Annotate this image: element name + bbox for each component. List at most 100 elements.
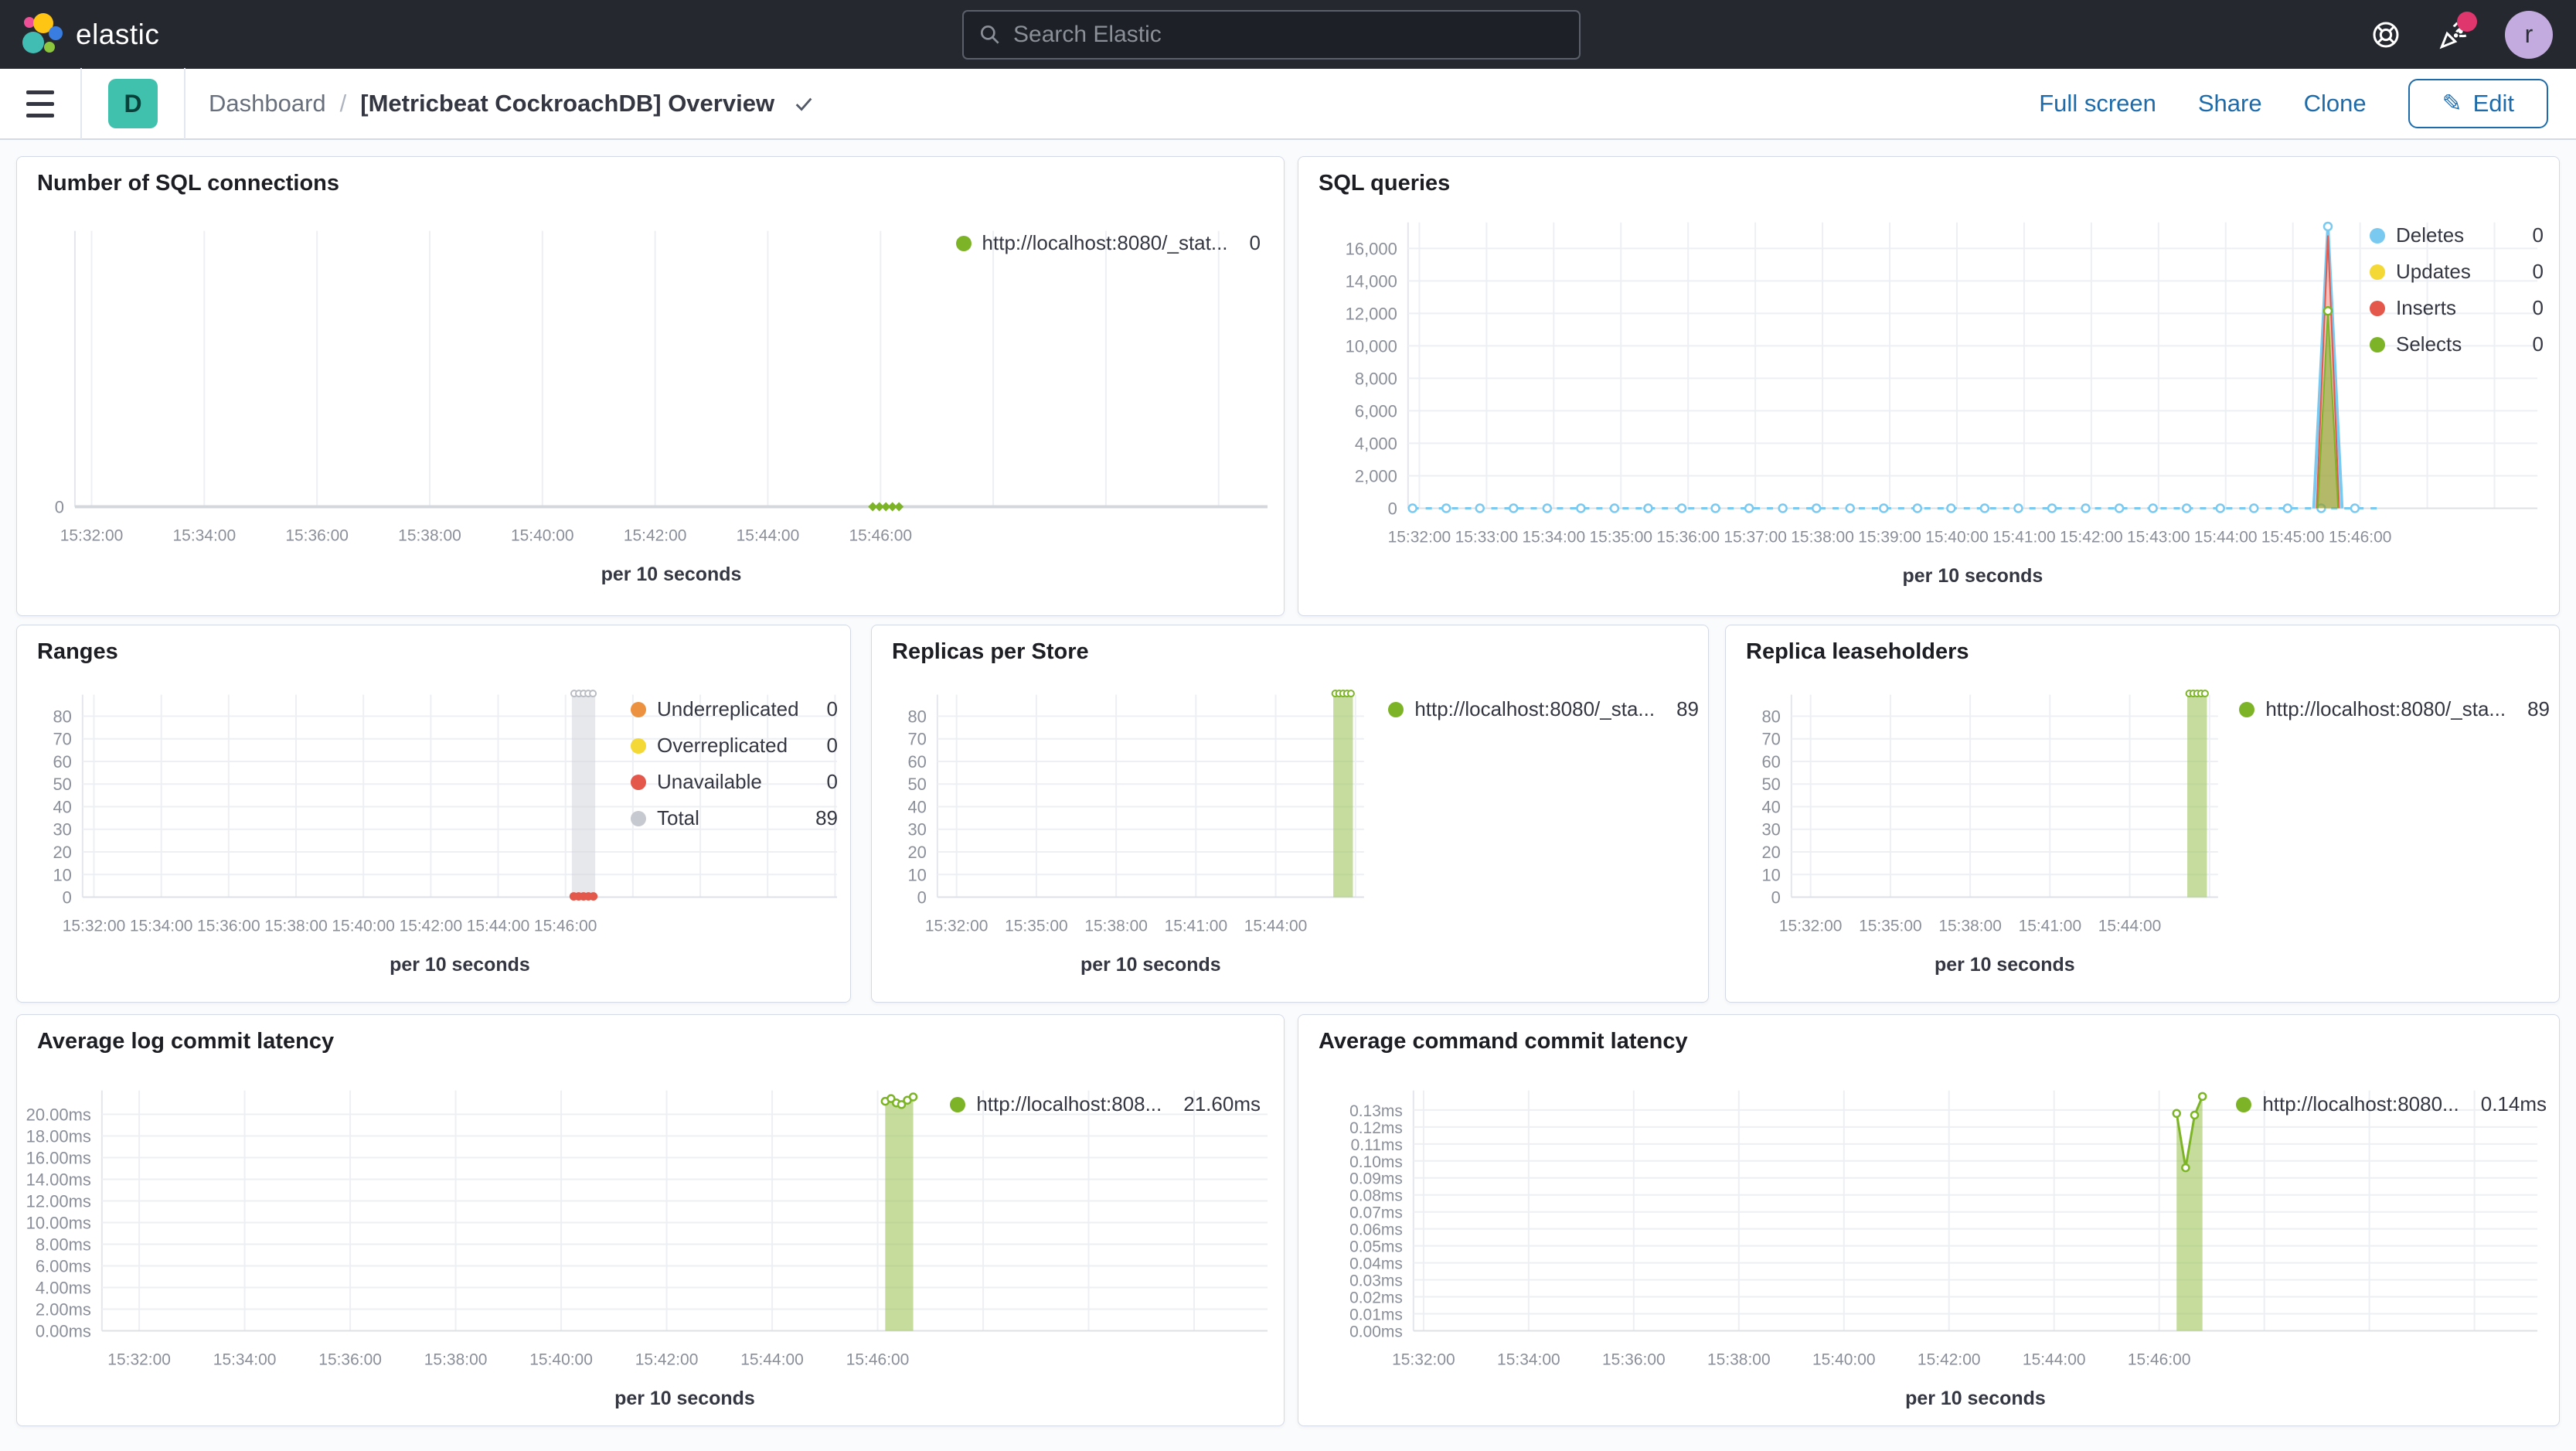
svg-text:15:43:00: 15:43:00 — [2127, 528, 2190, 546]
legend-item[interactable]: Deletes 0 — [2370, 223, 2544, 247]
legend-series-value: 0 — [2532, 296, 2544, 319]
svg-text:30: 30 — [907, 820, 926, 840]
svg-text:15:42:00: 15:42:00 — [624, 526, 687, 544]
help-button[interactable] — [2369, 18, 2403, 52]
svg-text:80: 80 — [1761, 707, 1780, 726]
svg-text:15:36:00: 15:36:00 — [1656, 528, 1720, 546]
svg-text:15:32:00: 15:32:00 — [1388, 528, 1451, 546]
svg-text:15:41:00: 15:41:00 — [1165, 917, 1228, 935]
news-button[interactable] — [2437, 11, 2477, 52]
panel-title: Average log commit latency — [37, 1029, 335, 1054]
svg-text:6,000: 6,000 — [1355, 401, 1397, 421]
svg-text:50: 50 — [1761, 775, 1780, 794]
svg-text:per 10 seconds: per 10 seconds — [1903, 565, 2043, 587]
svg-text:15:36:00: 15:36:00 — [1602, 1351, 1666, 1368]
svg-text:15:36:00: 15:36:00 — [197, 917, 260, 935]
svg-text:4.00ms: 4.00ms — [36, 1278, 91, 1297]
panel-avg-command-commit-latency: 0.00ms 0.01ms 0.02ms 0.03ms 0.04ms 0.05ms 0.06… — [1298, 1014, 2560, 1426]
svg-text:15:38:00: 15:38:00 — [264, 917, 328, 935]
share-button[interactable]: Share — [2198, 90, 2262, 118]
user-avatar[interactable]: r — [2505, 10, 2553, 59]
svg-text:20: 20 — [1761, 843, 1780, 862]
svg-text:15:44:00: 15:44:00 — [2098, 917, 2162, 935]
svg-text:0.02ms: 0.02ms — [1349, 1289, 1403, 1307]
breadcrumb-separator: / — [339, 90, 347, 117]
chart-legend: http://localhost:808... 21.60ms — [950, 1092, 1261, 1116]
legend-item[interactable]: Selects 0 — [2370, 332, 2544, 356]
check-icon[interactable] — [793, 93, 815, 114]
legend-item[interactable]: http://localhost:808... 21.60ms — [950, 1092, 1261, 1116]
legend-item[interactable]: Inserts 0 — [2370, 296, 2544, 320]
full-screen-button[interactable]: Full screen — [2039, 90, 2156, 118]
global-search[interactable] — [962, 10, 1581, 60]
menu-button[interactable] — [26, 80, 80, 127]
legend-series-value: 0 — [1249, 231, 1261, 254]
space-badge[interactable]: D — [108, 79, 158, 128]
elastic-logo[interactable]: elastic — [0, 12, 159, 58]
legend-item[interactable]: http://localhost:8080... 0.14ms — [2236, 1092, 2547, 1116]
legend-item[interactable]: Unavailable 0 — [631, 770, 838, 794]
svg-text:0.00ms: 0.00ms — [36, 1321, 91, 1340]
panel-title: Replica leaseholders — [1746, 639, 1969, 664]
svg-text:15:32:00: 15:32:00 — [107, 1351, 171, 1368]
svg-text:15:32:00: 15:32:00 — [1392, 1351, 1455, 1368]
svg-text:15:39:00: 15:39:00 — [1858, 528, 1921, 546]
svg-text:2.00ms: 2.00ms — [36, 1299, 91, 1319]
brand-name: elastic — [76, 18, 160, 50]
svg-text:per 10 seconds: per 10 seconds — [1935, 954, 2075, 976]
panel-sql-queries: 0 2,000 4,000 6,000 8,000 10,000 12,000 14,000 1… — [1298, 156, 2560, 616]
svg-text:15:42:00: 15:42:00 — [635, 1351, 699, 1368]
legend-series-label: Total — [657, 806, 699, 829]
svg-text:70: 70 — [907, 730, 926, 749]
clone-button[interactable]: Clone — [2304, 90, 2367, 118]
legend-item[interactable]: http://localhost:8080/_sta... 89 — [1388, 697, 1699, 721]
panel-title: Number of SQL connections — [37, 171, 340, 196]
svg-text:0.03ms: 0.03ms — [1349, 1272, 1403, 1290]
svg-text:15:34:00: 15:34:00 — [1523, 528, 1586, 546]
svg-text:0: 0 — [63, 888, 72, 908]
svg-text:15:42:00: 15:42:00 — [1918, 1351, 1981, 1368]
search-input[interactable] — [1013, 22, 1565, 48]
legend-series-dot — [631, 774, 646, 790]
legend-series-value: 89 — [1676, 697, 1699, 720]
svg-text:0.08ms: 0.08ms — [1349, 1187, 1403, 1205]
legend-series-label: http://localhost:8080... — [2262, 1092, 2459, 1115]
legend-item[interactable]: Updates 0 — [2370, 260, 2544, 284]
search-icon — [981, 25, 999, 44]
chart-replicas-per-store: 0 10 20 30 40 50 60 70 80 15:32:00 15:35:00 15:38:0… — [872, 625, 1708, 1002]
chart-legend: http://localhost:8080... 0.14ms — [2236, 1092, 2547, 1116]
dashboard-toolbar: D Dashboard / [Metricbeat CockroachDB] O… — [0, 68, 2576, 140]
legend-item[interactable]: http://localhost:8080/_sta... 89 — [2239, 697, 2550, 721]
legend-series-value: 21.60ms — [1183, 1092, 1261, 1115]
svg-text:0.04ms: 0.04ms — [1349, 1255, 1403, 1273]
legend-item[interactable]: http://localhost:8080/_stat... 0 — [955, 231, 1261, 255]
svg-text:15:32:00: 15:32:00 — [925, 917, 989, 935]
divider — [80, 68, 82, 139]
edit-button[interactable]: ✎ Edit — [2408, 79, 2548, 128]
svg-text:15:38:00: 15:38:00 — [398, 526, 461, 544]
legend-series-label: http://localhost:8080/_sta... — [1414, 697, 1656, 720]
legend-item[interactable]: Underreplicated 0 — [631, 697, 838, 721]
panel-replicas-per-store: 0 10 20 30 40 50 60 70 80 15:32:00 15:35:00 15:38:0… — [871, 625, 1709, 1003]
svg-text:15:40:00: 15:40:00 — [1925, 528, 1989, 546]
legend-series-dot — [2370, 300, 2385, 316]
legend-item[interactable]: Total 89 — [631, 806, 838, 830]
svg-text:15:35:00: 15:35:00 — [1859, 917, 1922, 935]
legend-series-dot — [631, 701, 646, 717]
svg-text:14,000: 14,000 — [1346, 271, 1397, 291]
breadcrumb-dashboard-link[interactable]: Dashboard — [209, 90, 326, 118]
svg-text:6.00ms: 6.00ms — [36, 1256, 91, 1276]
legend-series-dot — [2370, 336, 2385, 353]
svg-text:15:41:00: 15:41:00 — [2019, 917, 2082, 935]
svg-text:0.01ms: 0.01ms — [1349, 1306, 1403, 1323]
legend-item[interactable]: Overreplicated 0 — [631, 734, 838, 758]
legend-series-label: Updates — [2396, 260, 2471, 283]
svg-text:8.00ms: 8.00ms — [36, 1235, 91, 1254]
svg-text:50: 50 — [907, 775, 926, 794]
svg-text:15:44:00: 15:44:00 — [467, 917, 530, 935]
svg-text:per 10 seconds: per 10 seconds — [390, 954, 530, 976]
svg-text:0: 0 — [1388, 499, 1397, 518]
svg-text:0.00ms: 0.00ms — [1349, 1323, 1403, 1340]
elastic-logo-icon — [22, 12, 63, 53]
svg-text:15:46:00: 15:46:00 — [2128, 1351, 2191, 1368]
